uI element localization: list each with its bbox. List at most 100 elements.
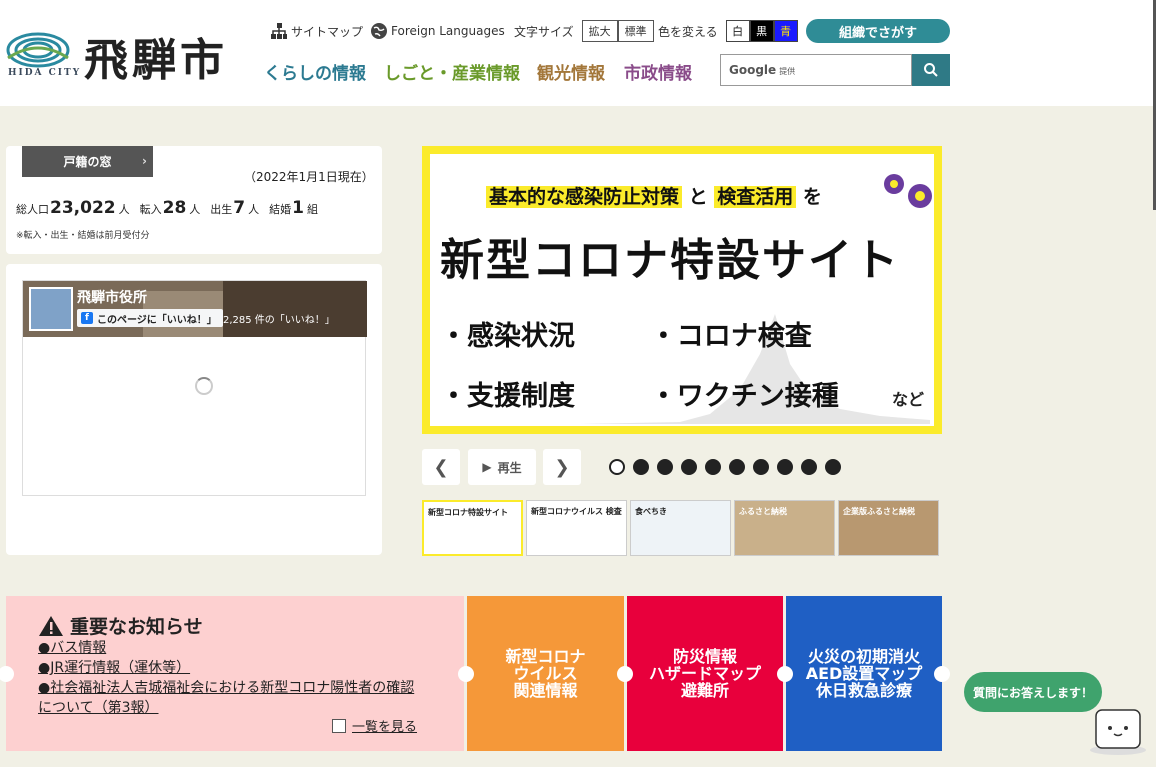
slide-title: 新型コロナ特設サイト	[440, 235, 900, 286]
birth-label: 出生	[210, 203, 233, 216]
slide-thumbnail[interactable]: ふるさと納税	[734, 500, 835, 556]
disaster-info-tile[interactable]: 防災情報 ハザードマップ 避難所	[627, 596, 783, 751]
marriage-label: 結婚	[269, 203, 292, 216]
color-change-control: 色を変える 白 黒 青	[658, 20, 798, 42]
slide-dot[interactable]	[825, 459, 841, 475]
marriage-unit: 組	[306, 203, 318, 216]
move-in-label: 転入	[139, 203, 162, 216]
covid-info-tile[interactable]: 新型コロナ ウイルス 関連情報	[467, 596, 624, 751]
globe-icon	[371, 23, 387, 39]
population-unit: 人	[118, 203, 130, 216]
nav-living[interactable]: くらしの情報	[264, 58, 366, 84]
site-header: HIDA CITY 飛騨市 サイトマップ Foreign Languages 文…	[0, 0, 1156, 106]
slide-headline-part-a: 基本的な感染防止対策	[486, 186, 683, 208]
slide-thumbnail[interactable]: 食べちき	[630, 500, 731, 556]
covid-info-label: 新型コロナ ウイルス 関連情報	[505, 647, 586, 700]
marriage-value: 1	[292, 198, 304, 218]
slide-headline-part-b: と	[688, 186, 708, 208]
slide-dot[interactable]	[609, 459, 625, 475]
population-panel: 戸籍の窓 › （2022年1月1日現在） 総人口 23,022 人 転入 28 …	[6, 146, 382, 254]
population-stats: 総人口 23,022 人 転入 28 人 出生 7 人 結婚 1 組	[16, 198, 328, 218]
slide-prev-button[interactable]: ❮	[422, 449, 460, 485]
facebook-like-button[interactable]: f このページに「いいね！」	[77, 309, 223, 327]
notice-list: ●バス情報 ●JR運行情報（運休等） ●社会福祉法人吉城福祉会における新型コロナ…	[38, 638, 418, 718]
org-search-button[interactable]: 組織でさがす	[806, 19, 950, 43]
stats-note: ※転入・出生・結婚は前月受付分	[16, 231, 150, 241]
slide-play-button[interactable]: ▶ 再生	[468, 449, 536, 485]
slide-dot[interactable]	[681, 459, 697, 475]
logo-city-text: HIDA CITY	[8, 68, 82, 78]
slide-item-vaccine: ・ワクチン接種	[649, 381, 839, 412]
color-change-label: 色を変える	[658, 24, 718, 39]
document-icon	[332, 718, 346, 733]
chevron-right-icon: ›	[142, 154, 147, 168]
search-input[interactable]: Google 提供	[720, 54, 912, 86]
birth-unit: 人	[248, 203, 260, 216]
notice-item[interactable]: ●社会福祉法人吉城福祉会における新型コロナ陽性者の確認について（第3報）	[38, 678, 418, 718]
slide-dot[interactable]	[633, 459, 649, 475]
text-size-normal-button[interactable]: 標準	[617, 20, 654, 42]
notice-item[interactable]: ●JR運行情報（運休等）	[38, 658, 418, 678]
slide-dot[interactable]	[657, 459, 673, 475]
nav-business[interactable]: しごと・産業情報	[384, 58, 520, 84]
slide-dot[interactable]	[777, 459, 793, 475]
search-button[interactable]	[912, 54, 950, 86]
logo-kanji: 飛騨市	[84, 35, 228, 86]
divider-dot	[777, 666, 793, 682]
text-size-large-button[interactable]: 拡大	[581, 20, 618, 42]
facebook-cover[interactable]: 飛騨市役所 f このページに「いいね！」 2,285 件の「いいね！」	[23, 281, 367, 337]
slide-dot[interactable]	[729, 459, 745, 475]
color-black-button[interactable]: 黒	[749, 20, 774, 42]
site-logo[interactable]: HIDA CITY 飛騨市	[6, 28, 238, 86]
foreign-languages-link[interactable]: Foreign Languages	[370, 20, 505, 42]
color-blue-button[interactable]: 青	[773, 20, 798, 42]
fire-aed-tile[interactable]: 火災の初期消火 AED設置マップ 休日救急診療	[786, 596, 942, 751]
search-icon	[924, 63, 938, 77]
facebook-page-avatar[interactable]	[29, 287, 73, 331]
slide-thumbnail-text: 新型コロナウイルス 検査	[531, 507, 622, 516]
chevron-left-icon: ❮	[433, 456, 449, 478]
text-size-label: 文字サイズ	[514, 24, 574, 39]
chevron-right-icon: ❯	[554, 456, 570, 478]
hero-slide[interactable]: 基本的な感染防止対策 と 検査活用 を 新型コロナ特設サイト ・感染状況 ・コロ…	[422, 146, 942, 434]
important-notice: 重要なお知らせ ●バス情報 ●JR運行情報（運休等） ●社会福祉法人吉城福祉会に…	[6, 596, 464, 751]
slide-dot[interactable]	[705, 459, 721, 475]
population-label: 総人口	[16, 203, 49, 216]
facebook-like-count: 2,285 件の「いいね！」	[223, 315, 335, 326]
chatbot-button[interactable]: 質問にお答えします！	[964, 672, 1102, 712]
slide-dot[interactable]	[753, 459, 769, 475]
slide-next-button[interactable]: ❯	[543, 449, 581, 485]
notice-title: 重要なお知らせ	[38, 612, 203, 639]
notice-more-label: 一覧を見る	[352, 720, 418, 735]
slide-thumbnail[interactable]: 新型コロナウイルス 検査	[526, 500, 627, 556]
slide-item-infection: ・感染状況	[440, 321, 575, 352]
nav-city-admin[interactable]: 市政情報	[624, 58, 692, 84]
slide-thumbnail[interactable]: 企業版ふるさと納税	[838, 500, 939, 556]
sitemap-label: サイトマップ	[291, 24, 364, 39]
facebook-panel: 飛騨市役所 f このページに「いいね！」 2,285 件の「いいね！」	[6, 264, 382, 555]
koseki-button[interactable]: 戸籍の窓 ›	[22, 146, 153, 177]
sitemap-icon	[271, 23, 287, 39]
slide-row-1: ・感染状況 ・コロナ検査	[440, 314, 812, 353]
fire-aed-label: 火災の初期消火 AED設置マップ 休日救急診療	[805, 647, 923, 700]
birth-value: 7	[233, 198, 246, 218]
move-in-value: 28	[162, 198, 187, 218]
chatbot-mascot-icon[interactable]	[1088, 706, 1148, 756]
slide-headline-part-c: 検査活用	[714, 186, 797, 208]
sitemap-link[interactable]: サイトマップ	[270, 20, 363, 42]
slide-item-test: ・コロナ検査	[649, 321, 812, 352]
notice-title-text: 重要なお知らせ	[70, 616, 203, 638]
move-in-unit: 人	[189, 203, 201, 216]
facebook-page-name[interactable]: 飛騨市役所	[77, 287, 147, 307]
slide-dot[interactable]	[801, 459, 817, 475]
notice-more-link[interactable]: 一覧を見る	[332, 716, 417, 735]
notice-item[interactable]: ●バス情報	[38, 638, 418, 658]
slide-headline: 基本的な感染防止対策 と 検査活用 を	[486, 182, 822, 209]
slide-thumbnail[interactable]: 新型コロナ特設サイト	[422, 500, 523, 556]
divider-dot	[934, 666, 950, 682]
koseki-label: 戸籍の窓	[63, 155, 112, 169]
facebook-cover-photo-right	[223, 281, 367, 337]
color-white-button[interactable]: 白	[725, 20, 750, 42]
facebook-icon: f	[81, 312, 93, 324]
nav-tourism[interactable]: 観光情報	[537, 58, 605, 84]
